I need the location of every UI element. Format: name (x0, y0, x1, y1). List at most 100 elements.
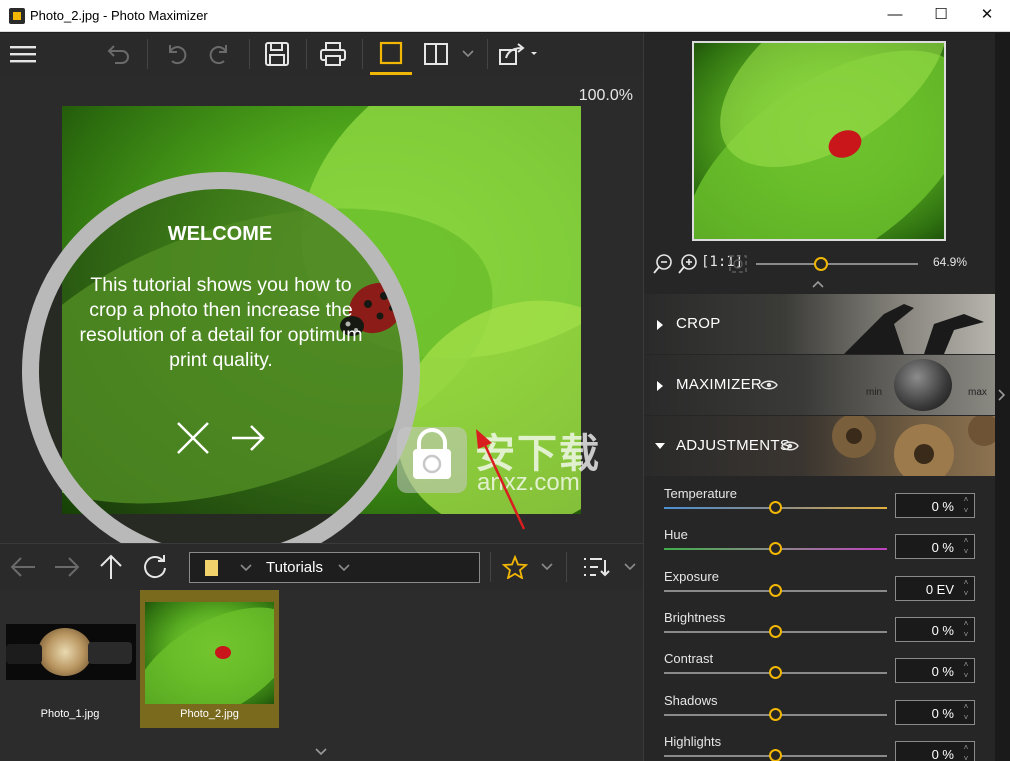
spin-up-icon[interactable]: ˄ (961, 536, 971, 546)
adjustment-label: Highlights (664, 733, 722, 749)
spin-up-icon[interactable]: ˄ (961, 619, 971, 629)
adjustment-row: Contrast 0 % ˄ ˅ (644, 651, 995, 692)
maximizer-dial-illustration (894, 359, 952, 411)
view-dropdown-chevron-icon[interactable] (458, 33, 478, 75)
adjustment-slider-thumb[interactable] (768, 666, 782, 680)
spin-up-icon[interactable]: ˄ (961, 660, 971, 670)
gears-illustration (832, 416, 995, 476)
adjustment-slider-thumb[interactable] (768, 583, 782, 597)
zoom-out-icon[interactable] (652, 253, 674, 275)
adjustment-value-field[interactable]: 0 % ˄ ˅ (895, 658, 975, 684)
spin-down-icon[interactable]: ˅ (961, 671, 971, 681)
adjustment-value-field[interactable]: 0 % ˄ ˅ (895, 493, 975, 518)
adjustment-slider[interactable] (664, 583, 887, 597)
spin-up-icon[interactable]: ˄ (961, 495, 971, 505)
adjustment-slider[interactable] (664, 748, 887, 761)
adjustment-slider-thumb[interactable] (768, 748, 782, 761)
adjustment-slider-thumb[interactable] (768, 542, 782, 556)
adjustment-slider[interactable] (664, 501, 887, 514)
filmstrip-footer (0, 745, 643, 761)
zoom-in-icon[interactable] (677, 253, 699, 275)
right-panel-scrollbar[interactable] (995, 33, 1010, 761)
adjustment-label: Shadows (664, 692, 718, 708)
adjustment-slider-thumb[interactable] (768, 624, 782, 638)
sort-list-icon[interactable] (582, 556, 610, 578)
share-icon[interactable] (496, 33, 540, 75)
toolbar-divider (487, 39, 488, 69)
thumbnail-item-selected[interactable]: Photo_2.jpg (140, 590, 279, 728)
spin-down-icon[interactable]: ˅ (961, 713, 971, 723)
expand-panel-chevron-icon[interactable] (998, 389, 1006, 401)
visibility-eye-icon[interactable] (781, 440, 799, 452)
adjustment-slider[interactable] (664, 707, 887, 721)
tutorial-title: WELCOME (167, 223, 273, 245)
undo-all-icon[interactable] (101, 33, 137, 75)
refresh-icon[interactable] (142, 554, 168, 580)
spin-up-icon[interactable]: ˄ (961, 743, 971, 753)
spin-down-icon[interactable]: ˅ (961, 589, 971, 599)
spin-up-icon[interactable]: ˄ (961, 702, 971, 712)
preview-zoom-slider[interactable] (756, 257, 918, 271)
spin-down-icon[interactable]: ˅ (961, 506, 971, 516)
section-label: MAXIMIZER (676, 376, 763, 393)
app-logo-icon (9, 8, 25, 24)
section-crop[interactable]: CROP (644, 294, 995, 354)
adjustment-value-field[interactable]: 0 % ˄ ˅ (895, 616, 975, 642)
adjustment-row: Exposure 0 EV ˄ ˅ (644, 569, 995, 610)
dial-min-label: min (866, 387, 883, 398)
image-canvas[interactable]: 100.0% WELCOME This tutorial shows you h… (0, 75, 643, 543)
folder-selector[interactable]: Tutorials (189, 552, 480, 583)
visibility-eye-icon[interactable] (760, 379, 778, 391)
adjustment-label: Exposure (664, 568, 719, 584)
favorite-star-icon[interactable] (502, 555, 528, 579)
minimize-button[interactable]: — (872, 0, 918, 32)
up-folder-icon[interactable] (99, 554, 123, 580)
adjustment-slider[interactable] (664, 666, 887, 680)
adjustment-value: 0 % (931, 746, 954, 761)
adjustment-value-field[interactable]: 0 % ˄ ˅ (895, 699, 975, 725)
spin-down-icon[interactable]: ˅ (961, 630, 971, 640)
single-view-icon[interactable] (370, 33, 412, 75)
chevron-down-icon[interactable] (240, 564, 252, 572)
chevron-down-icon[interactable] (338, 564, 350, 572)
close-button[interactable]: ✕ (964, 0, 1010, 32)
folder-icon (205, 560, 218, 576)
save-icon[interactable] (259, 33, 295, 75)
spin-up-icon[interactable]: ˄ (961, 578, 971, 588)
navigator-preview[interactable] (692, 41, 946, 241)
redo-icon[interactable] (202, 33, 238, 75)
zoom-slider-thumb[interactable] (813, 257, 828, 271)
back-arrow-icon[interactable] (10, 556, 36, 578)
undo-icon[interactable] (158, 33, 194, 75)
adjustment-value-field[interactable]: 0 EV ˄ ˅ (895, 575, 975, 601)
next-step-icon[interactable] (232, 423, 266, 453)
menu-icon[interactable] (6, 33, 40, 75)
adjustment-value-field[interactable]: 0 % ˄ ˅ (895, 534, 975, 560)
adjustment-slider[interactable] (664, 542, 887, 556)
spin-down-icon[interactable]: ˅ (961, 547, 971, 557)
split-view-icon[interactable] (418, 33, 454, 75)
adjustment-row: Shadows 0 % ˄ ˅ (644, 693, 995, 734)
section-adjustments[interactable]: ADJUSTMENTS (644, 416, 995, 476)
watermark-logo-icon (397, 427, 467, 493)
toolbar-divider (249, 39, 250, 69)
thumbnail-image (145, 602, 274, 704)
chevron-down-icon[interactable] (541, 563, 553, 571)
adjustment-slider-thumb[interactable] (768, 501, 782, 514)
adjustment-slider[interactable] (664, 624, 887, 638)
collapse-strip-chevron-icon[interactable] (315, 748, 327, 756)
collapse-preview-chevron-icon[interactable] (812, 280, 824, 288)
forward-arrow-icon[interactable] (54, 556, 80, 578)
print-icon[interactable] (315, 33, 351, 75)
maximize-button[interactable]: ☐ (918, 0, 964, 32)
spin-down-icon[interactable]: ˅ (961, 754, 971, 761)
section-maximizer[interactable]: min max MAXIMIZER (644, 355, 995, 415)
adjustment-value-field[interactable]: 0 % ˄ ˅ (895, 740, 975, 761)
close-tutorial-icon[interactable] (176, 421, 210, 455)
adjustment-slider-thumb[interactable] (768, 707, 782, 721)
adjustment-value: 0 % (931, 664, 954, 680)
collapse-caret-icon (655, 443, 665, 449)
chevron-down-icon[interactable] (624, 563, 636, 571)
thumbnail-item[interactable]: Photo_1.jpg (2, 590, 138, 728)
fit-zoom-icon[interactable] (728, 254, 748, 274)
